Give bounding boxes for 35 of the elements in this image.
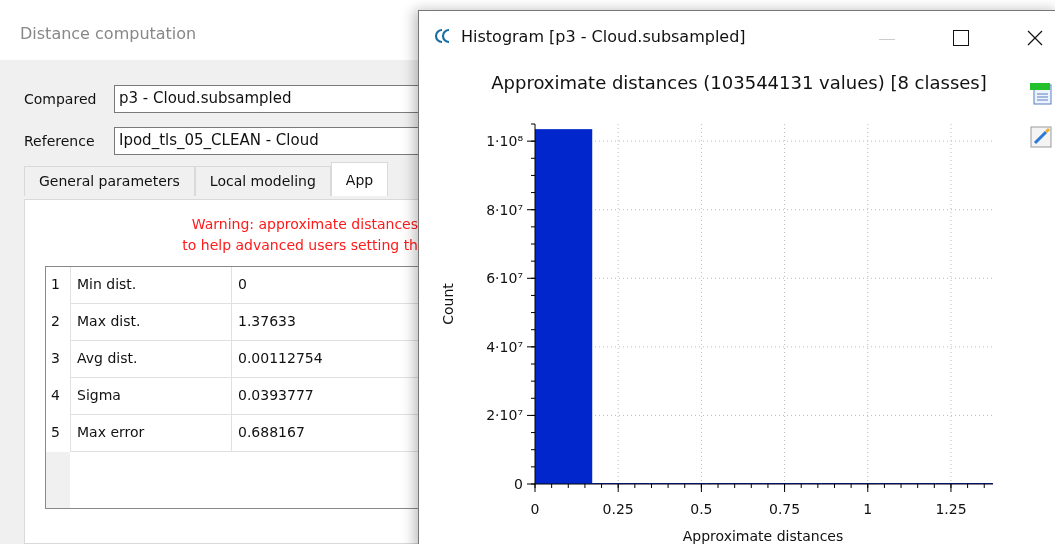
tab[interactable]: App <box>330 162 389 196</box>
dialog-title: Distance computation <box>19 23 198 45</box>
close-icon[interactable] <box>1027 30 1043 46</box>
y-tick-label: 0 <box>514 476 523 492</box>
x-tick-label: 1.25 <box>935 501 967 517</box>
y-tick-label: 6·10⁷ <box>486 270 523 287</box>
spreadsheet-export-icon[interactable] <box>1030 81 1052 105</box>
y-tick-label: 2·10⁷ <box>486 407 523 424</box>
maximize-icon[interactable] <box>953 30 969 46</box>
y-tick-label: 1·10⁸ <box>486 133 523 150</box>
table-cell: Sigma <box>70 378 232 415</box>
combo-box[interactable]: Ipod_tls_05_CLEAN - Cloud <box>114 127 418 155</box>
warning-text: to help advanced users setting th <box>181 236 418 255</box>
y-tick-label: 8·10⁷ <box>486 201 523 218</box>
combo-box[interactable]: p3 - Cloud.subsampled <box>114 85 418 113</box>
warning-text: Warning: approximate distances <box>190 215 418 234</box>
image-export-icon[interactable] <box>1030 126 1052 148</box>
chart-title: Approximate distances (103544131 values) [8 classes] <box>491 72 987 93</box>
y-axis-title: Count <box>440 283 456 325</box>
y-tick-label: 4·10⁷ <box>486 338 523 355</box>
window-title: Histogram [p3 - Cloud.subsampled] <box>461 26 746 46</box>
x-axis-title: Approximate distances <box>682 528 844 544</box>
x-tick-label: 0.25 <box>602 501 634 517</box>
tab[interactable]: Local modeling <box>194 166 331 196</box>
table-cell: Min dist. <box>70 267 232 304</box>
x-tick-label: 0.5 <box>690 501 713 517</box>
x-tick-label: 0 <box>530 501 540 517</box>
x-tick-label: 0.75 <box>769 501 801 517</box>
table-cell: Max dist. <box>70 304 232 341</box>
x-tick-label: 1 <box>863 501 873 517</box>
field-label: Compared <box>24 91 98 107</box>
table-cell: Max error <box>70 415 232 452</box>
tab[interactable]: General parameters <box>24 166 195 196</box>
table-cell: Avg dist. <box>70 341 232 378</box>
field-label: Reference <box>24 133 96 149</box>
